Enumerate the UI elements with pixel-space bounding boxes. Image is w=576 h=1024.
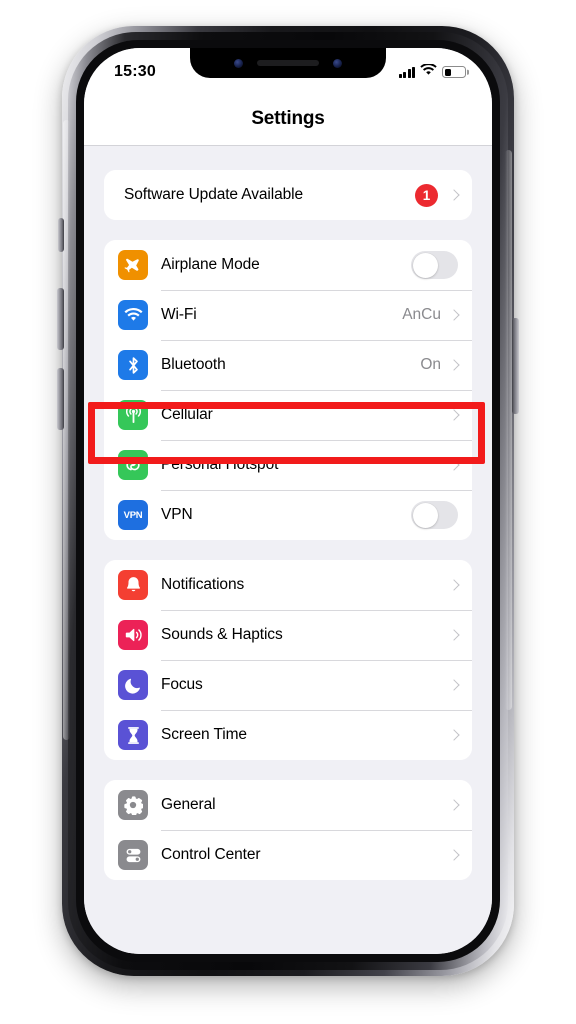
sidebar-item-personal-hotspot[interactable]: Personal Hotspot [104,440,472,490]
moon-icon [118,670,148,700]
vpn-icon: VPN [118,500,148,530]
row-value: On [420,356,441,373]
row-value: AnCu [402,306,441,323]
status-badge: 1 [415,183,438,207]
volume-up-button[interactable] [57,288,64,350]
sidebar-item-notifications[interactable]: Notifications [104,560,472,610]
sidebar-item-airplane-mode[interactable]: Airplane Mode [104,240,472,290]
sidebar-item-wifi[interactable]: Wi-Fi AnCu [104,290,472,340]
row-label: VPN [161,506,193,523]
row-label: Focus [161,676,203,693]
sidebar-item-cellular[interactable]: Cellular [104,390,472,440]
sidebar-item-general[interactable]: General [104,780,472,830]
hotspot-link-icon [118,450,148,480]
speaker-icon [118,620,148,650]
row-label: Bluetooth [161,356,226,373]
chevron-right-icon [450,459,458,472]
group-connectivity: Airplane Mode Wi-Fi AnCu Bluetooth On Ce… [104,240,472,540]
row-label: General [161,796,216,813]
display-notch [190,48,386,78]
page-title: Settings [251,107,325,129]
chevron-right-icon [450,579,458,592]
battery-icon [442,66,466,78]
chevron-right-icon [450,629,458,642]
group-notifications: Notifications Sounds & Haptics Focus Scr… [104,560,472,760]
chevron-right-icon [450,799,458,812]
bell-icon [118,570,148,600]
gear-icon [118,790,148,820]
chevron-right-icon [450,679,458,692]
sidebar-item-vpn[interactable]: VPN VPN [104,490,472,540]
sidebar-item-software-update[interactable]: Software Update Available 1 [104,170,472,220]
group-software-update: Software Update Available 1 [104,170,472,220]
sliders-icon [118,840,148,870]
navigation-bar: Settings [84,92,492,146]
front-camera-icon [333,58,342,68]
infrared-camera-icon [234,58,243,68]
group-system: General Control Center [104,780,472,880]
chevron-right-icon [450,309,458,322]
sidebar-item-bluetooth[interactable]: Bluetooth On [104,340,472,390]
chevron-right-icon [450,729,458,742]
bluetooth-icon [118,350,148,380]
chevron-right-icon [450,849,458,862]
silent-switch-button[interactable] [58,218,64,252]
chevron-right-icon [450,409,458,422]
row-label: Personal Hotspot [161,456,279,473]
settings-list[interactable]: Software Update Available 1 Airplane Mod… [84,146,492,954]
sidebar-item-sounds-haptics[interactable]: Sounds & Haptics [104,610,472,660]
volume-down-button[interactable] [57,368,64,430]
row-label: Control Center [161,846,261,863]
row-label: Sounds & Haptics [161,626,283,643]
power-side-button[interactable] [512,318,519,414]
screenshot-stage: 15:30 Settings Software Update Available… [0,0,576,1024]
row-label: Airplane Mode [161,256,260,273]
row-label: Notifications [161,576,245,593]
cellular-antenna-icon [118,400,148,430]
wifi-icon [420,63,437,81]
chevron-right-icon [450,359,458,372]
row-label: Screen Time [161,726,247,743]
airplane-mode-toggle[interactable] [411,251,458,279]
status-bar-time: 15:30 [114,63,156,80]
sidebar-item-focus[interactable]: Focus [104,660,472,710]
chevron-right-icon [450,189,458,202]
sidebar-item-screen-time[interactable]: Screen Time [104,710,472,760]
row-label: Software Update Available [124,186,304,203]
row-label: Cellular [161,406,213,423]
phone-screen: 15:30 Settings Software Update Available… [84,48,492,954]
row-label: Wi-Fi [161,306,197,323]
wifi-icon [118,300,148,330]
vpn-toggle[interactable] [411,501,458,529]
status-bar-indicators [398,63,466,81]
cellular-signal-icon [398,66,415,78]
hourglass-icon [118,720,148,750]
earpiece-speaker-icon [257,60,319,66]
sidebar-item-control-center[interactable]: Control Center [104,830,472,880]
airplane-icon [118,250,148,280]
